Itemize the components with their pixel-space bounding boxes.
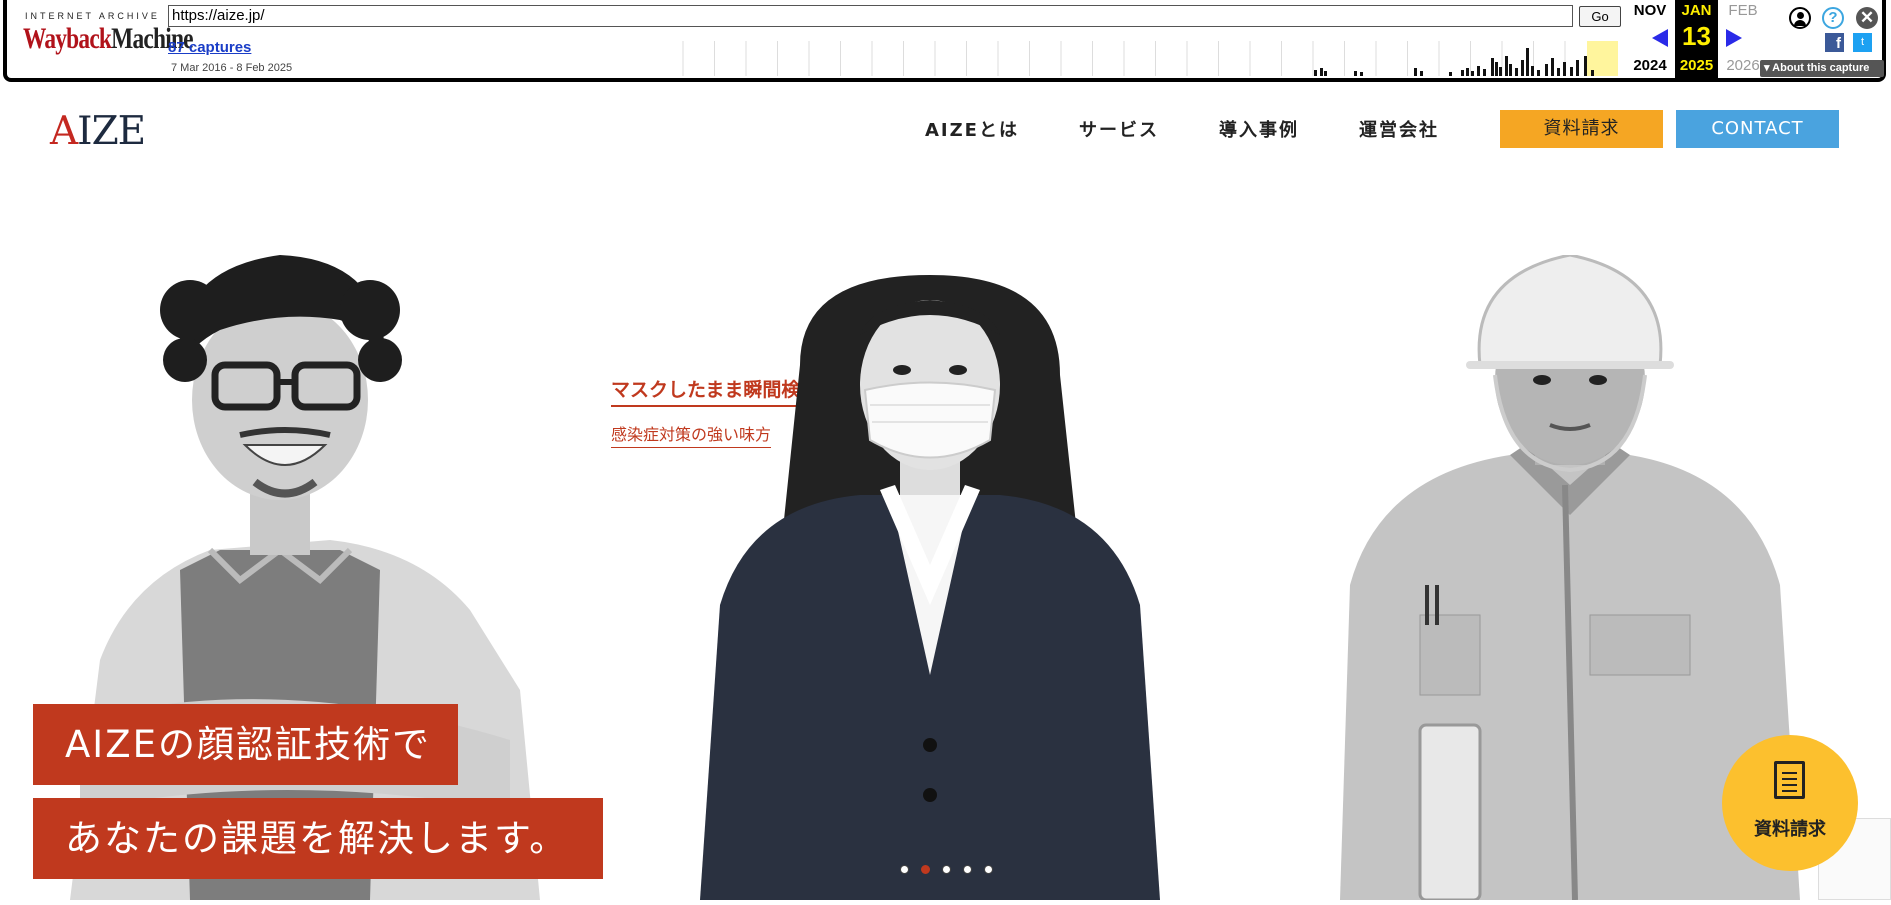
- about-capture-label: About this capture: [1772, 62, 1870, 74]
- sparkline-capture-bar: [1509, 64, 1512, 76]
- sparkline-capture-bar: [1584, 56, 1587, 76]
- sparkline-capture-bar: [1570, 67, 1573, 76]
- sparkline-capture-bar: [1531, 66, 1534, 76]
- floating-button-label: 資料請求: [1754, 819, 1826, 840]
- sparkline-capture-bar: [1466, 68, 1469, 76]
- nav-services[interactable]: サービス: [1079, 116, 1159, 142]
- facebook-share-icon[interactable]: f: [1825, 33, 1844, 52]
- sparkline-capture-bar: [1521, 60, 1524, 76]
- sparkline-capture-bar: [1314, 70, 1317, 76]
- slider-dot[interactable]: [900, 865, 909, 874]
- sparkline-capture-bar: [1461, 70, 1464, 76]
- sparkline-capture-bar: [1420, 71, 1423, 76]
- about-capture-dropdown[interactable]: ▾ About this capture: [1760, 60, 1884, 77]
- wayback-current-month: JAN: [1681, 2, 1712, 19]
- twitter-share-icon[interactable]: t: [1853, 33, 1872, 52]
- nav-about-aize[interactable]: AIZEとは: [925, 116, 1019, 142]
- wayback-prev-month[interactable]: NOV: [1626, 2, 1674, 19]
- wayback-current-day: 13: [1682, 21, 1711, 51]
- request-documents-button[interactable]: 資料請求: [1500, 110, 1663, 148]
- floating-request-documents-button[interactable]: 資料請求: [1722, 735, 1858, 871]
- wayback-next-month[interactable]: FEB: [1720, 2, 1766, 19]
- hero-slider: マスクしたまま瞬間検温 感染症対策の強い味方 AIZEの顔認証技術で あなたの課…: [0, 200, 1891, 900]
- wayback-capture-sparkline[interactable]: [679, 41, 1623, 76]
- sparkline-capture-bar: [1557, 68, 1560, 76]
- nav-case-studies[interactable]: 導入事例: [1219, 116, 1299, 142]
- wayback-url-input[interactable]: https://aize.jp/: [168, 5, 1573, 27]
- sparkline-capture-bar: [1499, 67, 1502, 76]
- slider-dot[interactable]: [984, 865, 993, 874]
- wayback-go-button[interactable]: Go: [1579, 6, 1621, 27]
- slider-pagination: [900, 865, 993, 874]
- wayback-current-date: JAN 13 2025: [1675, 0, 1718, 78]
- sparkline-capture-bar: [1563, 62, 1566, 76]
- slider-dot-active[interactable]: [921, 865, 930, 874]
- slider-dot[interactable]: [963, 865, 972, 874]
- sparkline-capture-bar: [1483, 69, 1486, 76]
- sparkline-capture-bar: [1354, 71, 1357, 76]
- sparkline-capture-bar: [1491, 58, 1494, 76]
- next-capture-arrow-icon[interactable]: [1726, 29, 1742, 47]
- slider-dot[interactable]: [942, 865, 951, 874]
- wayback-logo-caption: INTERNET ARCHIVE: [25, 11, 160, 21]
- help-icon[interactable]: ?: [1822, 7, 1844, 29]
- sparkline-capture-bar: [1591, 70, 1594, 76]
- wayback-prev-year[interactable]: 2024: [1626, 57, 1674, 74]
- sparkline-capture-bar: [1449, 72, 1452, 76]
- sparkline-capture-bar: [1414, 68, 1417, 76]
- contact-button[interactable]: CONTACT: [1676, 110, 1839, 148]
- nav-company[interactable]: 運営会社: [1359, 116, 1439, 142]
- sparkline-capture-bar: [1545, 64, 1548, 76]
- user-account-icon[interactable]: [1789, 7, 1811, 29]
- sparkline-capture-bar: [1526, 48, 1529, 76]
- aize-logo[interactable]: AIZE: [50, 112, 146, 151]
- prev-capture-arrow-icon[interactable]: [1652, 29, 1668, 47]
- hero-caption-line2: あなたの課題を解決します。: [33, 798, 603, 879]
- wayback-current-year: 2025: [1679, 57, 1714, 74]
- close-icon[interactable]: ✕: [1856, 7, 1878, 29]
- main-nav: AIZEとは サービス 導入事例 運営会社: [925, 116, 1499, 142]
- sparkline-capture-bar: [1576, 60, 1579, 76]
- wayback-toolbar: INTERNET ARCHIVE WaybackMachine https://…: [3, 0, 1886, 82]
- hero-image-woman-mask: [700, 275, 1160, 900]
- sparkline-capture-bar: [1551, 58, 1554, 76]
- sparkline-capture-bar: [1505, 56, 1508, 76]
- sparkline-capture-bar: [1471, 71, 1474, 76]
- sparkline-capture-bar: [1515, 68, 1518, 76]
- document-icon: [1774, 761, 1805, 799]
- sparkline-capture-bar: [1537, 70, 1540, 76]
- hero-caption-line1: AIZEの顔認証技術で: [33, 704, 458, 785]
- sparkline-capture-bar: [1320, 68, 1323, 76]
- sparkline-capture-bar: [1477, 66, 1480, 76]
- wayback-capture-range: 7 Mar 2016 - 8 Feb 2025: [171, 62, 293, 74]
- sparkline-capture-bar: [1324, 71, 1327, 76]
- sparkline-capture-bar: [1360, 72, 1363, 76]
- sparkline-capture-bar: [1495, 62, 1498, 76]
- wayback-captures-link[interactable]: 87 captures: [168, 39, 251, 56]
